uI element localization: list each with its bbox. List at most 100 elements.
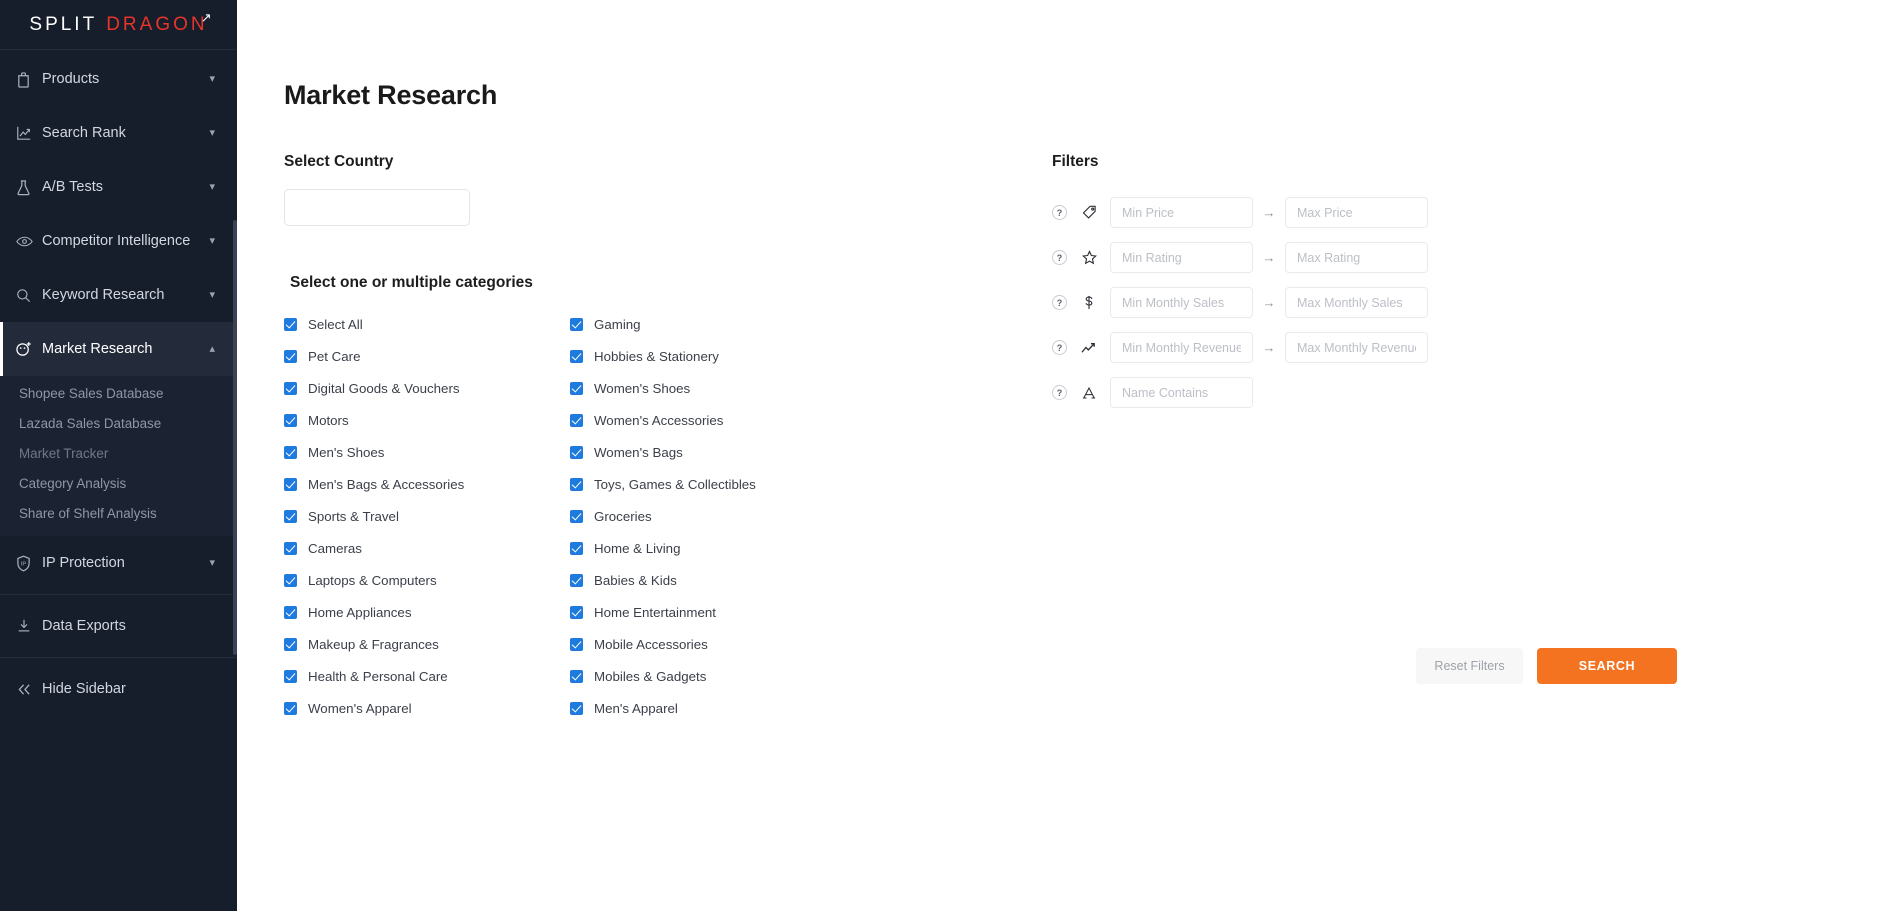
filters-title: Filters bbox=[1052, 153, 1099, 170]
min-price-input[interactable] bbox=[1110, 197, 1253, 228]
sidebar-item-data-exports[interactable]: Data Exports bbox=[0, 599, 237, 653]
category-item[interactable]: Laptops & Computers bbox=[284, 568, 570, 592]
max-monthly-revenue-input[interactable] bbox=[1285, 332, 1428, 363]
checkbox-checked-icon[interactable] bbox=[570, 669, 583, 683]
checkbox-checked-icon[interactable] bbox=[284, 381, 297, 395]
name-contains-input[interactable] bbox=[1110, 377, 1253, 408]
sidebar-item-competitor-intelligence[interactable]: Competitor Intelligence ▾ bbox=[0, 214, 237, 268]
select-country-label: Select Country bbox=[284, 153, 394, 170]
category-item[interactable]: Mobile Accessories bbox=[570, 632, 856, 656]
category-item[interactable]: Select All bbox=[284, 312, 570, 336]
sidebar-item-market-research[interactable]: Market Research ▴ bbox=[0, 322, 237, 376]
category-item[interactable]: Women's Apparel bbox=[284, 696, 570, 720]
checkbox-checked-icon[interactable] bbox=[284, 541, 297, 555]
sidebar-subitem-share-of-shelf-analysis[interactable]: Share of Shelf Analysis bbox=[0, 498, 237, 528]
sidebar-item-label: Competitor Intelligence bbox=[42, 233, 191, 249]
category-item[interactable]: Babies & Kids bbox=[570, 568, 856, 592]
checkbox-checked-icon[interactable] bbox=[284, 637, 297, 651]
category-label: Select All bbox=[308, 316, 363, 332]
category-item[interactable]: Mobiles & Gadgets bbox=[570, 664, 856, 688]
category-item[interactable]: Men's Shoes bbox=[284, 440, 570, 464]
chevron-down-icon: ▾ bbox=[209, 180, 215, 193]
sidebar-subitem-market-tracker[interactable]: Market Tracker bbox=[0, 438, 237, 468]
category-label: Mobile Accessories bbox=[594, 636, 708, 652]
country-input[interactable] bbox=[284, 189, 470, 226]
checkbox-checked-icon[interactable] bbox=[570, 477, 583, 491]
category-item[interactable]: Men's Apparel bbox=[570, 696, 856, 720]
eye-icon bbox=[16, 235, 42, 248]
checkbox-checked-icon[interactable] bbox=[284, 701, 297, 715]
checkbox-checked-icon[interactable] bbox=[570, 413, 583, 427]
category-item[interactable]: Home Entertainment bbox=[570, 600, 856, 624]
sidebar-subitem-lazada-sales-database[interactable]: Lazada Sales Database bbox=[0, 408, 237, 438]
category-item[interactable]: Women's Shoes bbox=[570, 376, 856, 400]
checkbox-checked-icon[interactable] bbox=[570, 701, 583, 715]
right-column: Filters ? → ? bbox=[1052, 111, 1692, 720]
max-monthly-sales-input[interactable] bbox=[1285, 287, 1428, 318]
filter-row-price: ? → bbox=[1052, 197, 1692, 228]
category-item[interactable]: Home Appliances bbox=[284, 600, 570, 624]
min-rating-input[interactable] bbox=[1110, 242, 1253, 273]
max-rating-input[interactable] bbox=[1285, 242, 1428, 273]
category-item[interactable]: Gaming bbox=[570, 312, 856, 336]
sidebar-item-keyword-research[interactable]: Keyword Research ▾ bbox=[0, 268, 237, 322]
checkbox-checked-icon[interactable] bbox=[570, 317, 583, 331]
category-item[interactable]: Men's Bags & Accessories bbox=[284, 472, 570, 496]
checkbox-checked-icon[interactable] bbox=[570, 605, 583, 619]
checkbox-checked-icon[interactable] bbox=[570, 541, 583, 555]
category-item[interactable]: Cameras bbox=[284, 536, 570, 560]
help-icon[interactable]: ? bbox=[1052, 340, 1067, 355]
reset-filters-button[interactable]: Reset Filters bbox=[1416, 648, 1523, 684]
sidebar-subitem-shopee-sales-database[interactable]: Shopee Sales Database bbox=[0, 378, 237, 408]
category-item[interactable]: Toys, Games & Collectibles bbox=[570, 472, 856, 496]
checkbox-checked-icon[interactable] bbox=[570, 573, 583, 587]
subitem-label: Shopee Sales Database bbox=[19, 385, 164, 401]
checkbox-checked-icon[interactable] bbox=[570, 637, 583, 651]
checkbox-checked-icon[interactable] bbox=[284, 317, 297, 331]
checkbox-checked-icon[interactable] bbox=[284, 477, 297, 491]
category-item[interactable]: Women's Accessories bbox=[570, 408, 856, 432]
dollar-coin-icon bbox=[1076, 295, 1102, 310]
sidebar-item-ab-tests[interactable]: A/B Tests ▾ bbox=[0, 160, 237, 214]
market-research-icon bbox=[16, 341, 42, 358]
checkbox-checked-icon[interactable] bbox=[284, 445, 297, 459]
sidebar-item-hide-sidebar[interactable]: Hide Sidebar bbox=[0, 662, 237, 716]
category-item[interactable]: Sports & Travel bbox=[284, 504, 570, 528]
action-buttons: Reset Filters SEARCH bbox=[1416, 648, 1677, 684]
brand-logo[interactable]: SPLIT DRAGON ↗ bbox=[0, 0, 237, 50]
sidebar-item-products[interactable]: Products ▾ bbox=[0, 52, 237, 106]
min-monthly-revenue-input[interactable] bbox=[1110, 332, 1253, 363]
category-item[interactable]: Hobbies & Stationery bbox=[570, 344, 856, 368]
max-price-input[interactable] bbox=[1285, 197, 1428, 228]
help-icon[interactable]: ? bbox=[1052, 385, 1067, 400]
category-item[interactable]: Digital Goods & Vouchers bbox=[284, 376, 570, 400]
category-item[interactable]: Health & Personal Care bbox=[284, 664, 570, 688]
help-icon[interactable]: ? bbox=[1052, 205, 1067, 220]
category-item[interactable]: Motors bbox=[284, 408, 570, 432]
min-monthly-sales-input[interactable] bbox=[1110, 287, 1253, 318]
checkbox-checked-icon[interactable] bbox=[570, 445, 583, 459]
category-item[interactable]: Groceries bbox=[570, 504, 856, 528]
checkbox-checked-icon[interactable] bbox=[570, 349, 583, 363]
checkbox-checked-icon[interactable] bbox=[284, 413, 297, 427]
category-label: Mobiles & Gadgets bbox=[594, 668, 707, 684]
checkbox-checked-icon[interactable] bbox=[284, 509, 297, 523]
search-button[interactable]: SEARCH bbox=[1537, 648, 1677, 684]
category-label: Hobbies & Stationery bbox=[594, 348, 719, 364]
checkbox-checked-icon[interactable] bbox=[284, 573, 297, 587]
category-label: Home Entertainment bbox=[594, 604, 716, 620]
help-icon[interactable]: ? bbox=[1052, 295, 1067, 310]
sidebar-subitem-category-analysis[interactable]: Category Analysis bbox=[0, 468, 237, 498]
checkbox-checked-icon[interactable] bbox=[284, 349, 297, 363]
sidebar-item-ip-protection[interactable]: IP IP Protection ▾ bbox=[0, 536, 237, 590]
category-item[interactable]: Women's Bags bbox=[570, 440, 856, 464]
checkbox-checked-icon[interactable] bbox=[570, 381, 583, 395]
checkbox-checked-icon[interactable] bbox=[284, 669, 297, 683]
checkbox-checked-icon[interactable] bbox=[284, 605, 297, 619]
checkbox-checked-icon[interactable] bbox=[570, 509, 583, 523]
help-icon[interactable]: ? bbox=[1052, 250, 1067, 265]
category-item[interactable]: Makeup & Fragrances bbox=[284, 632, 570, 656]
category-item[interactable]: Pet Care bbox=[284, 344, 570, 368]
category-item[interactable]: Home & Living bbox=[570, 536, 856, 560]
sidebar-item-search-rank[interactable]: Search Rank ▾ bbox=[0, 106, 237, 160]
